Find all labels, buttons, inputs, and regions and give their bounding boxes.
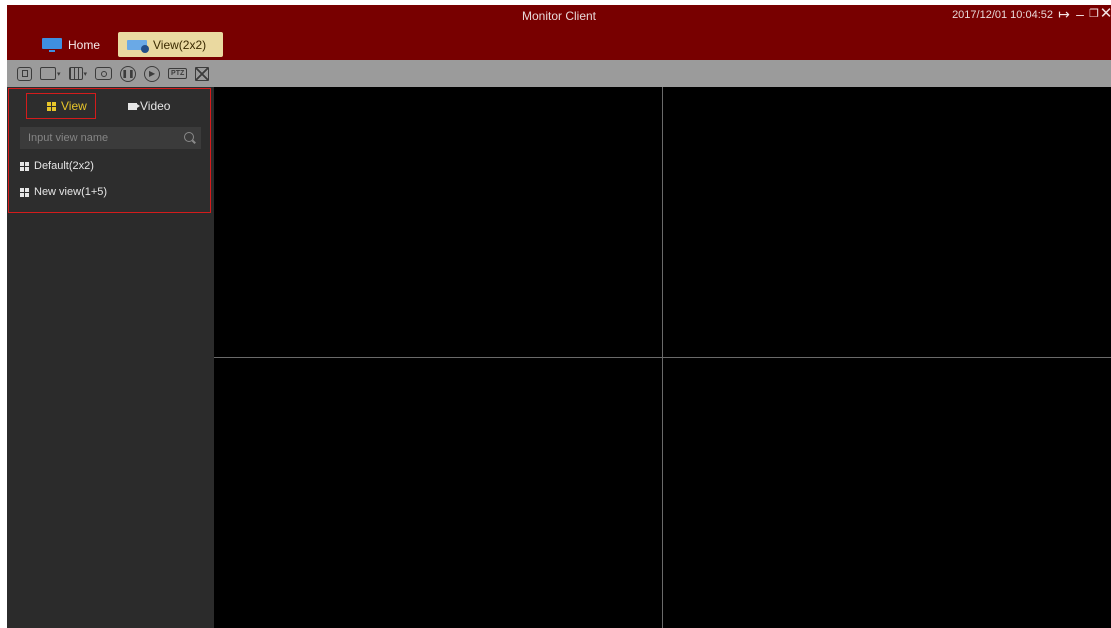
grid-layout-icon[interactable]: ▾ [68, 65, 88, 83]
search-icon[interactable] [184, 132, 194, 142]
exit-icon[interactable]: ↦ [1057, 6, 1071, 22]
play-icon[interactable]: ▶ [144, 65, 161, 83]
grid-icon [20, 187, 29, 197]
grid-icon [47, 101, 56, 111]
video-cell-4[interactable] [663, 358, 1111, 628]
ptz-icon[interactable]: PTZ [168, 65, 188, 83]
list-item-default-view[interactable]: Default(2x2) [20, 157, 94, 175]
tab-video[interactable]: Video [128, 93, 170, 119]
view-icon [127, 39, 149, 53]
view-item-label: New view(1+5) [34, 186, 108, 198]
snapshot-icon[interactable] [95, 65, 113, 83]
tab-view-label: View(2x2) [153, 37, 207, 52]
app-title: Monitor Client [521, 9, 597, 23]
toolbar: ▾ ▾ ❚❚ ▶ PTZ [7, 60, 1111, 87]
video-camera-icon [128, 102, 140, 110]
sequence-icon[interactable] [17, 65, 32, 83]
fullscreen-icon[interactable] [195, 65, 210, 83]
chevron-down-icon: ▾ [57, 70, 61, 78]
video-cell-2[interactable] [663, 87, 1111, 357]
window-layout-icon[interactable]: ▾ [40, 65, 61, 83]
close-icon[interactable]: ✕ [1099, 6, 1111, 22]
video-cell-1[interactable] [214, 87, 662, 357]
monitor-icon [42, 38, 62, 52]
tab-home-label: Home [68, 37, 101, 52]
grid-divider-horizontal [214, 357, 1111, 358]
tab-video-label: Video [140, 99, 171, 113]
sidebar-view-panel: View Video Default(2x2) New view(1+5) [8, 88, 211, 213]
video-grid [214, 87, 1111, 628]
view-item-label: Default(2x2) [34, 160, 94, 172]
grid-icon [20, 161, 29, 171]
tab-view-sidebar-label: View [61, 99, 87, 113]
datetime-display: 2017/12/01 10:04:52 [952, 9, 1053, 21]
title-bar: Monitor Client 2017/12/01 10:04:52 ↦ – ❐… [7, 5, 1111, 60]
pause-icon[interactable]: ❚❚ [120, 65, 137, 83]
tab-home[interactable]: Home [34, 32, 114, 57]
search-input[interactable] [20, 127, 201, 149]
ptz-label: PTZ [168, 68, 188, 79]
sidebar: View Video Default(2x2) New view(1+5) [7, 87, 214, 628]
tab-view-2x2[interactable]: View(2x2) [118, 32, 223, 57]
video-cell-3[interactable] [214, 358, 662, 628]
tab-view[interactable]: View [26, 93, 96, 119]
list-item-new-view[interactable]: New view(1+5) [20, 183, 107, 201]
minimize-icon[interactable]: – [1073, 6, 1087, 22]
chevron-down-icon: ▾ [83, 70, 88, 78]
